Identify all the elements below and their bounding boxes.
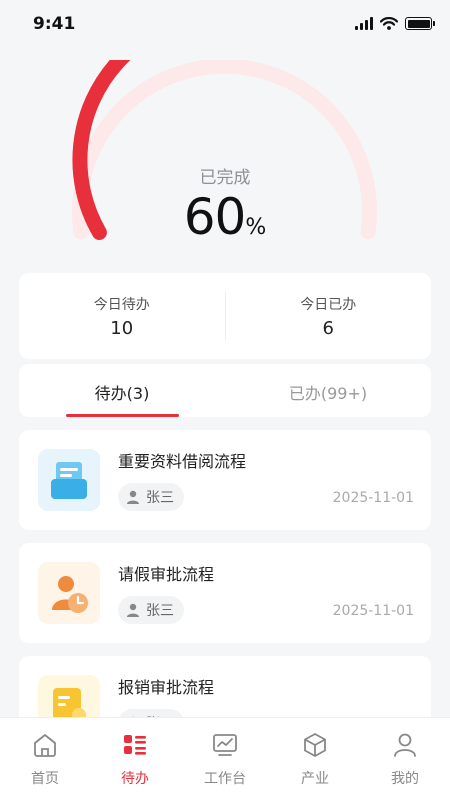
tab-done-label: 已办(99+): [288, 384, 368, 403]
task-title: 请假审批流程: [118, 565, 215, 584]
nav-todo[interactable]: 待办: [90, 718, 180, 800]
daily-stats-card: 今日待办 10 今日已办 6: [19, 273, 431, 359]
completion-gauge: 已完成 60%: [0, 60, 450, 260]
today-todo-value: 10: [110, 317, 134, 339]
tab-done[interactable]: 已办(99+): [225, 364, 431, 417]
nav-workbench-label: 工作台: [204, 771, 246, 787]
workbench-chart-icon: [213, 734, 237, 756]
task-title: 重要资料借阅流程: [118, 452, 247, 471]
owner-name: 张三: [146, 490, 174, 506]
task-date: 2025-11-01: [332, 490, 414, 506]
document-folder-icon: [38, 449, 100, 511]
nav-workbench[interactable]: 工作台: [180, 718, 270, 800]
nav-home-label: 首页: [31, 771, 59, 787]
tab-active-indicator: [66, 414, 179, 417]
nav-profile[interactable]: 我的: [360, 718, 450, 800]
today-done-label: 今日已办: [300, 296, 357, 313]
wifi-icon: [380, 17, 398, 30]
today-todo-label: 今日待办: [93, 296, 150, 313]
nav-profile-label: 我的: [391, 771, 419, 787]
todo-page: 9:41 已完成 60% 今日待办 10 今日已办 6 待办(3) 已办(99+…: [0, 0, 450, 800]
owner-chip: 张三: [118, 596, 184, 624]
today-todo-stat[interactable]: 今日待办 10: [19, 294, 225, 339]
status-bar: 9:41: [0, 0, 450, 50]
status-time: 9:41: [33, 14, 76, 34]
gauge-unit: %: [245, 215, 267, 240]
nav-home[interactable]: 首页: [0, 718, 90, 800]
nav-industry-label: 产业: [301, 771, 329, 787]
owner-name: 张三: [146, 603, 174, 619]
today-done-stat[interactable]: 今日已办 6: [226, 294, 432, 339]
industry-box-icon: [304, 733, 326, 757]
task-card[interactable]: 重要资料借阅流程 张三 2025-11-01: [19, 430, 431, 530]
today-done-value: 6: [322, 317, 334, 339]
battery-icon: [405, 17, 435, 30]
tab-todo[interactable]: 待办(3): [19, 364, 225, 417]
task-title: 报销审批流程: [118, 678, 215, 697]
profile-icon: [394, 733, 416, 757]
home-icon: [34, 734, 56, 757]
gauge-number: 60: [183, 188, 247, 246]
bottom-nav: 首页 待办 工作台 产业 我的: [0, 717, 450, 800]
todo-list-icon: [124, 735, 146, 755]
person-icon: [127, 603, 139, 617]
person-icon: [127, 490, 139, 504]
owner-chip: 张三: [118, 483, 184, 511]
gauge-label: 已完成: [199, 168, 251, 188]
status-icons: [355, 17, 435, 30]
gauge-value: 60%: [0, 188, 450, 246]
cellular-signal-icon: [355, 17, 373, 30]
task-card[interactable]: 请假审批流程 张三 2025-11-01: [19, 543, 431, 643]
leave-clock-icon: [38, 562, 100, 624]
tab-todo-label: 待办(3): [94, 384, 150, 403]
nav-todo-label: 待办: [121, 771, 149, 787]
task-date: 2025-11-01: [332, 603, 414, 619]
nav-industry[interactable]: 产业: [270, 718, 360, 800]
tab-bar: 待办(3) 已办(99+): [19, 364, 431, 417]
